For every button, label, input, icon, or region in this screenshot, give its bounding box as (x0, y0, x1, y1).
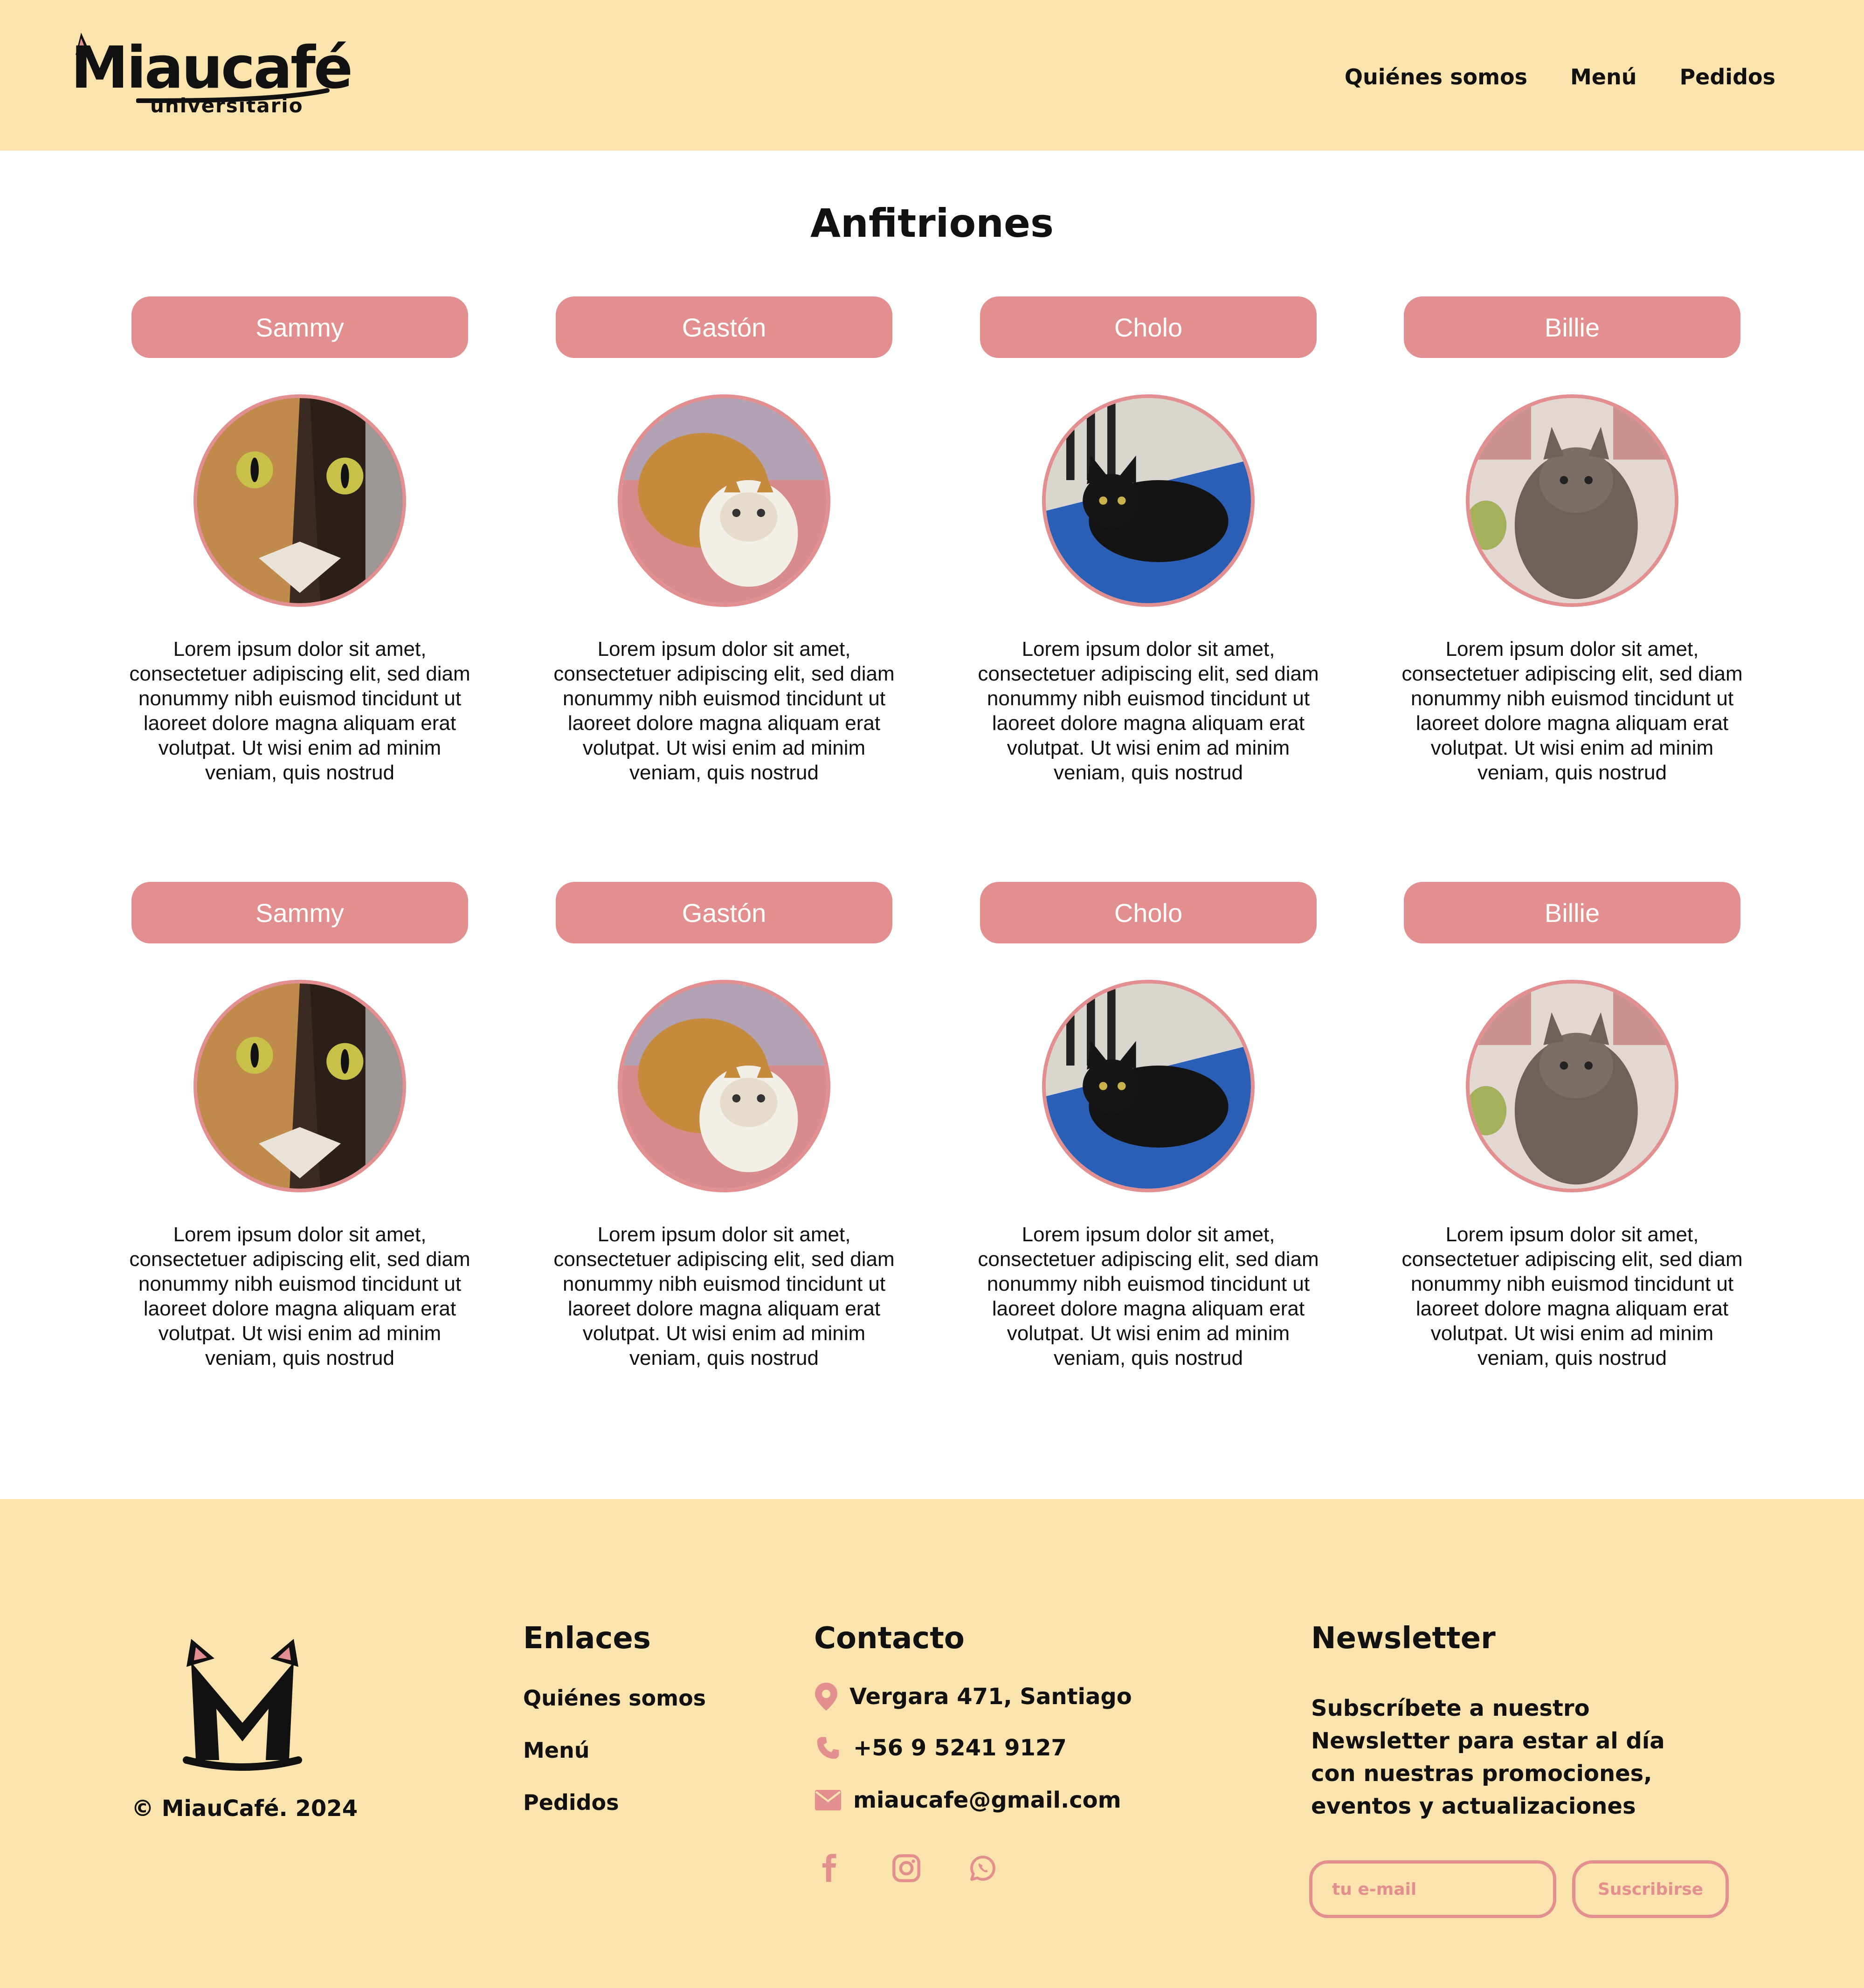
host-name-button[interactable]: Gastón (556, 296, 892, 358)
contact-title: Contacto (814, 1621, 965, 1656)
email-icon (815, 1790, 841, 1810)
host-photo (618, 980, 830, 1192)
logo-subtitle: universitario (150, 94, 304, 117)
host-description: Lorem ipsum dolor sit amet, consectetuer… (553, 1223, 895, 1369)
host-description: Lorem ipsum dolor sit amet, consectetuer… (129, 1223, 470, 1369)
host-photo (1466, 980, 1678, 1192)
footer-link-menu[interactable]: Menú (523, 1738, 589, 1763)
whatsapp-icon[interactable] (968, 1853, 998, 1883)
contact-address: Vergara 471, Santiago (815, 1683, 1132, 1711)
footer-link-pedidos[interactable]: Pedidos (523, 1790, 619, 1815)
footer-link-quienes-somos[interactable]: Quiénes somos (523, 1685, 706, 1711)
host-name-button[interactable]: Billie (1404, 296, 1740, 358)
host-photo (618, 394, 830, 607)
instagram-icon[interactable] (891, 1853, 921, 1883)
newsletter-description: Subscríbete a nuestro Newsletter para es… (1311, 1695, 1665, 1819)
main-nav: Quiénes somos Menú Pedidos (1345, 64, 1775, 89)
page-title: Anfitriones (810, 200, 1054, 246)
subscribe-button[interactable]: Suscribirse (1572, 1860, 1729, 1918)
site-logo[interactable]: Miaucafé universitario (71, 31, 353, 124)
host-name-button[interactable]: Sammy (131, 882, 468, 943)
host-photo (1042, 980, 1255, 1192)
copyright: © MiauCafé. 2024 (131, 1795, 358, 1822)
host-name-button[interactable]: Cholo (980, 882, 1317, 943)
phone-icon (817, 1737, 839, 1759)
host-description: Lorem ipsum dolor sit amet, consectetuer… (1401, 1223, 1743, 1369)
cat-m-logo-icon (183, 1639, 302, 1771)
host-photo (193, 394, 406, 607)
social-links (815, 1853, 998, 1883)
host-photo (1042, 394, 1255, 607)
host-name-button[interactable]: Cholo (980, 296, 1317, 358)
facebook-icon[interactable] (815, 1853, 845, 1883)
host-name-button[interactable]: Billie (1404, 882, 1740, 943)
host-name-button[interactable]: Gastón (556, 882, 892, 943)
newsletter-email-input[interactable] (1309, 1860, 1556, 1918)
contact-phone: +56 9 5241 9127 (815, 1735, 1067, 1761)
host-photo (193, 980, 406, 1192)
nav-quienes-somos[interactable]: Quiénes somos (1345, 64, 1527, 89)
host-description: Lorem ipsum dolor sit amet, consectetuer… (553, 638, 895, 784)
contact-email: miaucafe@gmail.com (815, 1787, 1121, 1813)
newsletter-title: Newsletter (1311, 1621, 1496, 1656)
host-description: Lorem ipsum dolor sit amet, consectetuer… (978, 1223, 1319, 1369)
nav-menu[interactable]: Menú (1570, 64, 1636, 89)
host-description: Lorem ipsum dolor sit amet, consectetuer… (978, 638, 1319, 784)
location-pin-icon (815, 1683, 837, 1711)
nav-pedidos[interactable]: Pedidos (1679, 64, 1775, 89)
site-footer: © MiauCafé. 2024 Enlaces Quiénes somos M… (0, 1499, 1864, 1988)
host-description: Lorem ipsum dolor sit amet, consectetuer… (129, 638, 470, 784)
host-name-button[interactable]: Sammy (131, 296, 468, 358)
links-title: Enlaces (523, 1621, 651, 1656)
host-photo (1466, 394, 1678, 607)
site-header: Miaucafé universitario Quiénes somos Men… (0, 0, 1864, 151)
host-description: Lorem ipsum dolor sit amet, consectetuer… (1401, 638, 1743, 784)
